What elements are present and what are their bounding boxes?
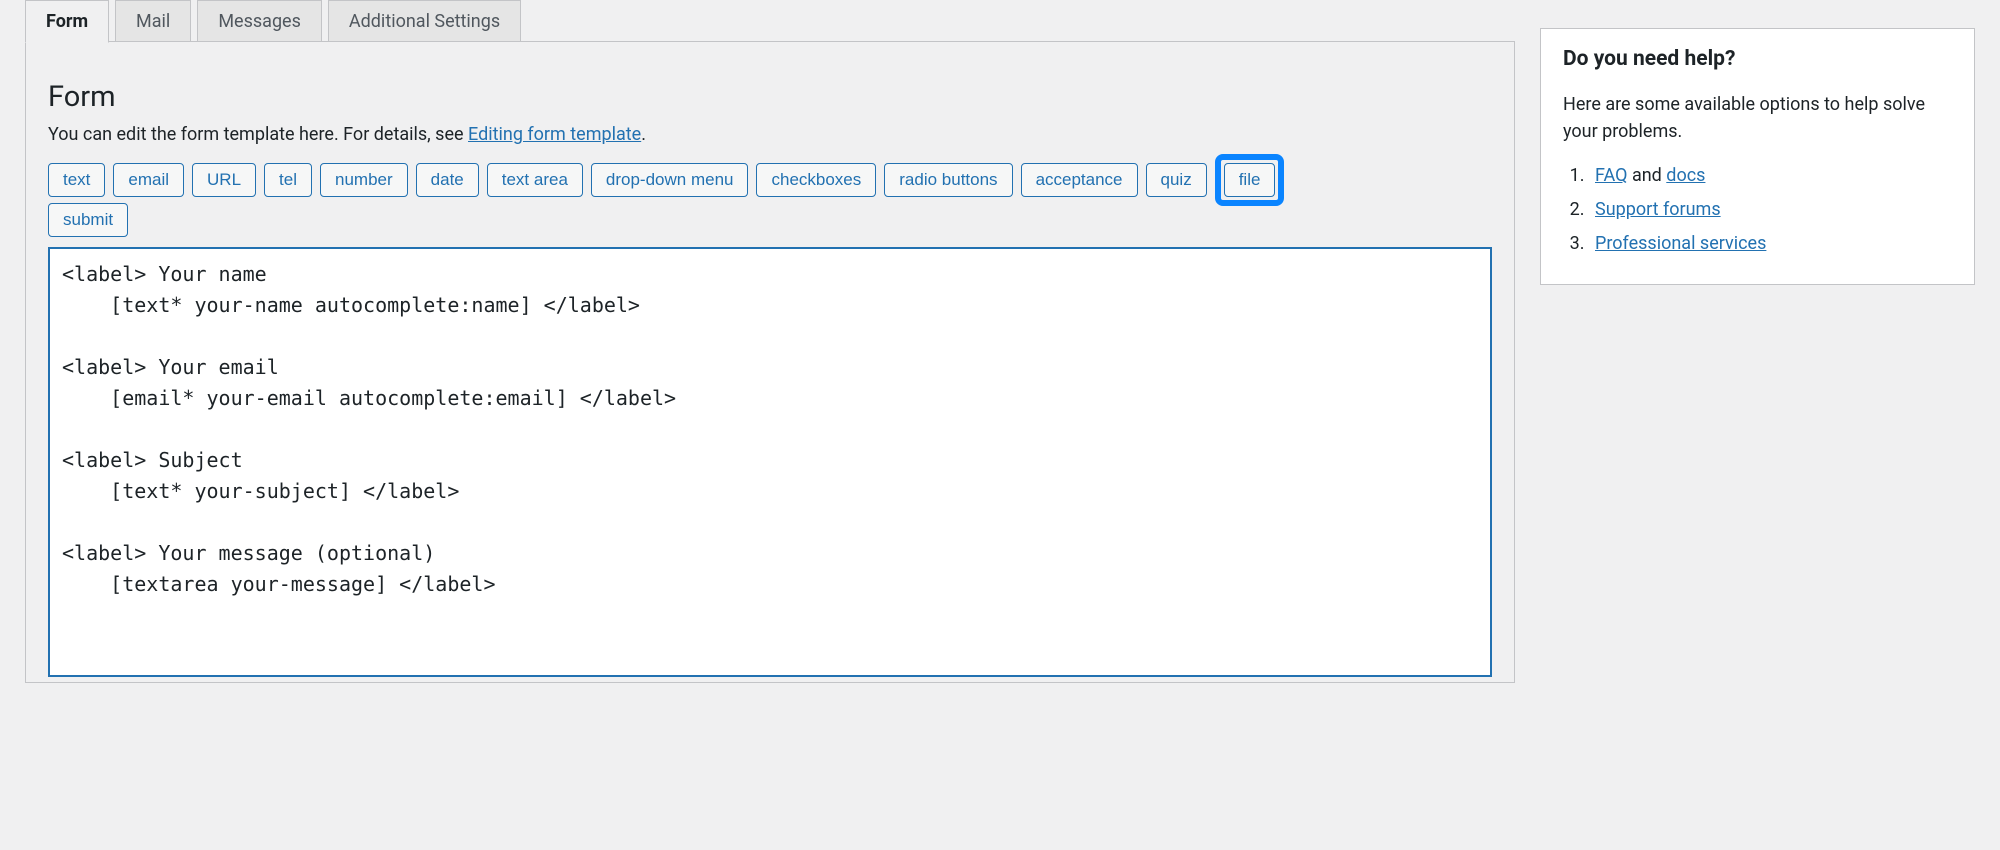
help-title: Do you need help? [1563,47,1952,71]
help-item-pro: Professional services [1589,227,1952,261]
faq-link[interactable]: FAQ [1595,165,1627,186]
tag-dropdown-button[interactable]: drop-down menu [591,163,749,197]
and-text: and [1627,165,1666,186]
tag-date-button[interactable]: date [416,163,479,197]
help-box: Do you need help? Here are some availabl… [1540,28,1975,285]
file-button-highlight: file [1215,154,1285,206]
tag-number-button[interactable]: number [320,163,408,197]
desc-text-prefix: You can edit the form template here. For… [48,124,468,145]
desc-text-suffix: . [641,124,646,145]
support-forums-link[interactable]: Support forums [1595,199,1721,220]
tab-form[interactable]: Form [25,0,109,43]
help-intro: Here are some available options to help … [1563,91,1952,145]
tag-tel-button[interactable]: tel [264,163,312,197]
tab-bar: Form Mail Messages Additional Settings [25,0,1515,42]
professional-services-link[interactable]: Professional services [1595,233,1766,254]
tag-text-button[interactable]: text [48,163,105,197]
form-template-textarea[interactable] [48,247,1492,677]
tag-textarea-button[interactable]: text area [487,163,583,197]
help-list: FAQ and docs Support forums Professional… [1563,159,1952,262]
tag-generator-row: text email URL tel number date text area… [48,163,1492,197]
tag-url-button[interactable]: URL [192,163,256,197]
tag-email-button[interactable]: email [113,163,184,197]
tag-submit-button[interactable]: submit [48,203,128,237]
tab-messages[interactable]: Messages [197,0,322,42]
tag-quiz-button[interactable]: quiz [1146,163,1207,197]
tab-additional-settings[interactable]: Additional Settings [328,0,521,42]
editing-form-template-link[interactable]: Editing form template [468,124,641,145]
tab-mail[interactable]: Mail [115,0,191,42]
tag-acceptance-button[interactable]: acceptance [1021,163,1138,197]
tag-file-button[interactable]: file [1224,163,1276,197]
form-panel: Form You can edit the form template here… [25,41,1515,683]
section-description: You can edit the form template here. For… [48,124,1492,145]
help-item-faq-docs: FAQ and docs [1589,159,1952,193]
section-title: Form [48,80,1492,114]
docs-link[interactable]: docs [1666,165,1705,186]
tag-checkboxes-button[interactable]: checkboxes [756,163,876,197]
help-item-forums: Support forums [1589,193,1952,227]
tag-radio-button[interactable]: radio buttons [884,163,1012,197]
